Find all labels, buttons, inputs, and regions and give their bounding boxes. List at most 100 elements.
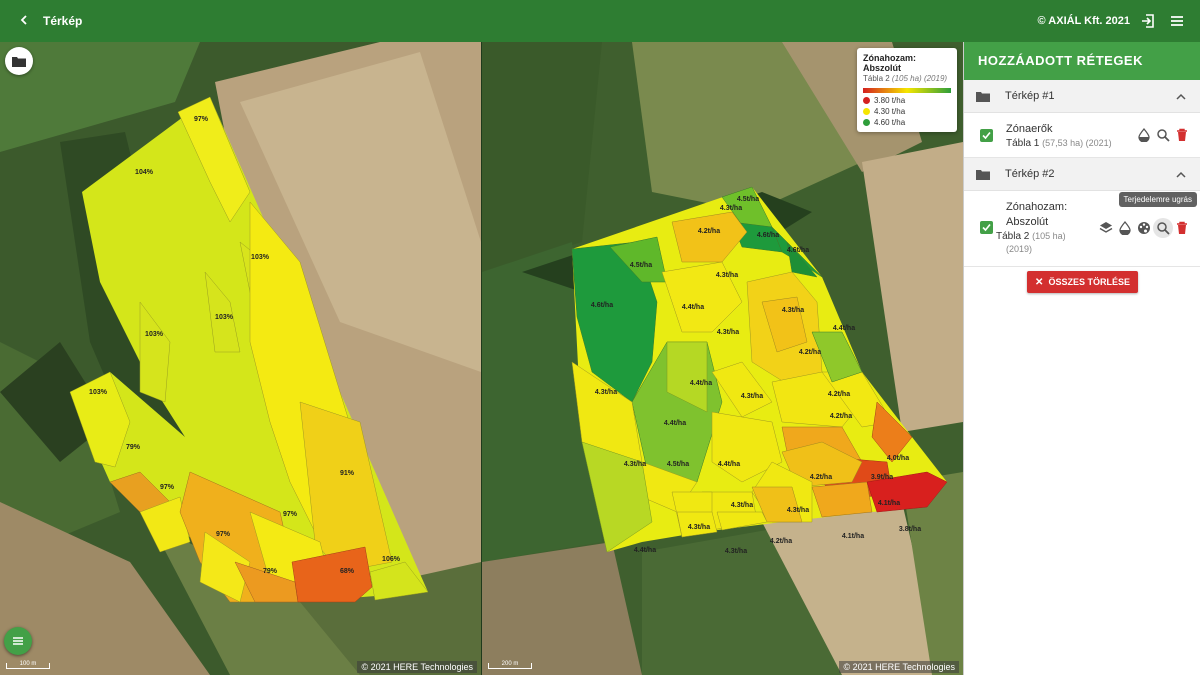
- layer-meta: (57,53 ha) (2021): [1042, 138, 1112, 148]
- arrow-back-icon[interactable]: [18, 13, 38, 30]
- layer-visibility-checkbox[interactable]: [980, 221, 993, 234]
- zone-label: 4.3t/ha: [595, 389, 617, 396]
- legend-field: Tábla 2: [863, 74, 890, 83]
- zone-label: 4.2t/ha: [770, 538, 792, 545]
- zone-label: 104%: [135, 169, 154, 176]
- layer-name: Zónaerők: [1006, 123, 1053, 135]
- palette-icon[interactable]: [1137, 221, 1151, 235]
- map-scale-bar: 100 m: [6, 661, 50, 669]
- layer-meta-year-text: (2019): [1006, 244, 1033, 254]
- zone-label: 79%: [126, 444, 141, 451]
- zoom-to-extent-icon[interactable]: [1156, 221, 1170, 235]
- layers-icon[interactable]: [1099, 221, 1113, 235]
- delete-icon[interactable]: [1175, 128, 1189, 142]
- zone-label: 4.6t/ha: [757, 232, 779, 239]
- group-label: Térkép #2: [1005, 168, 1055, 180]
- zone-label: 91%: [340, 470, 355, 477]
- clear-all-label: ÖSSZES TÖRLÉSE: [1048, 277, 1130, 287]
- folder-icon: [976, 169, 990, 180]
- zone-label: 4.2t/ha: [698, 228, 720, 235]
- zone-label: 4.5t/ha: [667, 461, 689, 468]
- zone-label: 4.4t/ha: [690, 380, 712, 387]
- top-app-bar: Térkép © AXIÁL Kft. 2021: [0, 0, 1200, 42]
- zoom-to-extent-icon[interactable]: [1156, 128, 1170, 142]
- zone-label: 4.3t/ha: [731, 502, 753, 509]
- panel-title: HOZZÁADOTT RÉTEGEK: [964, 42, 1200, 80]
- legend-item: 3.80 t/ha: [863, 96, 951, 105]
- zone-label: 4.2t/ha: [830, 413, 852, 420]
- layer-meta-year: (2019): [1006, 244, 1032, 255]
- logout-icon[interactable]: [1140, 13, 1156, 29]
- zone-label: 103%: [251, 254, 270, 261]
- zone-label: 4.4t/ha: [682, 304, 704, 311]
- map-scale-bar: 200 m: [488, 661, 532, 669]
- zone-label: 4.3t/ha: [716, 272, 738, 279]
- zone-label: 68%: [340, 568, 355, 575]
- zone-label: 106%: [382, 556, 401, 563]
- zone-label: 4.3t/ha: [787, 507, 809, 514]
- zone-label: 4.1t/ha: [842, 533, 864, 540]
- chevron-up-icon[interactable]: [1176, 170, 1186, 180]
- map-legend: Zónahozam: Abszolút Tábla 2 (105 ha) (20…: [857, 48, 957, 132]
- zone-label: 4.4t/ha: [718, 461, 740, 468]
- map-attribution: © 2021 HERE Technologies: [839, 661, 959, 673]
- copyright-text: © AXIÁL Kft. 2021: [1037, 15, 1130, 27]
- zone-label: 4.3t/ha: [624, 461, 646, 468]
- check-icon: [982, 131, 991, 140]
- layer-field: Tábla 1: [1006, 138, 1040, 149]
- zone-label: 4.5t/ha: [630, 262, 652, 269]
- zone-label: 4.6t/ha: [591, 302, 613, 309]
- zone-label: 97%: [194, 116, 209, 123]
- layer-item-zonaerok[interactable]: Zónaerők Tábla 1 (57,53 ha) (2021): [964, 113, 1200, 158]
- folder-icon: [976, 91, 990, 102]
- layer-field: Tábla 2: [996, 231, 1030, 242]
- zone-label: 4.5t/ha: [737, 196, 759, 203]
- zoom-tooltip: Terjedelemre ugrás: [1118, 192, 1197, 207]
- group-header-map-2[interactable]: Térkép #2: [964, 158, 1200, 191]
- legend-meta: (105 ha) (2019): [891, 74, 948, 83]
- chevron-up-icon[interactable]: [1176, 92, 1186, 102]
- legend-item: 4.30 t/ha: [863, 107, 951, 116]
- hamburger-menu-icon[interactable]: [1169, 13, 1185, 29]
- layers-menu-fab[interactable]: [4, 627, 32, 655]
- map-view-2[interactable]: 4.5t/ha 4.3t/ha 4.2t/ha 4.6t/ha 4.6t/ha …: [482, 42, 963, 675]
- folder-button[interactable]: [5, 47, 33, 75]
- layer-subtitle: Tábla 2 (105 ha): [996, 231, 1066, 242]
- layer-meta-area: (105 ha): [1032, 231, 1066, 241]
- zone-label: 4.3t/ha: [688, 524, 710, 531]
- zone-label: 4.3t/ha: [741, 393, 763, 400]
- folder-icon: [12, 56, 26, 67]
- opacity-icon[interactable]: [1118, 221, 1132, 235]
- map-attribution: © 2021 HERE Technologies: [357, 661, 477, 673]
- clear-all-button[interactable]: ✕ ÖSSZES TÖRLÉSE: [1027, 271, 1138, 293]
- legend-label: 4.60 t/ha: [874, 118, 906, 127]
- layer-name-line-2: Abszolút: [1006, 216, 1049, 228]
- zone-label: 4.1t/ha: [878, 500, 900, 507]
- opacity-icon[interactable]: [1137, 128, 1151, 142]
- layer-subtitle: Tábla 1 (57,53 ha) (2021): [1006, 138, 1112, 149]
- legend-label: 4.30 t/ha: [874, 107, 906, 116]
- check-icon: [982, 223, 991, 232]
- zone-label: 103%: [215, 314, 234, 321]
- zone-label: 4.4t/ha: [634, 547, 656, 554]
- delete-icon[interactable]: [1175, 221, 1189, 235]
- zone-label: 4.0t/ha: [887, 455, 909, 462]
- legend-subtitle: Tábla 2 (105 ha) (2019): [863, 74, 951, 83]
- zone-label: 4.4t/ha: [664, 420, 686, 427]
- map-view-1[interactable]: 104% 97% 103% 103% 103% 103% 79% 97% 97%…: [0, 42, 481, 675]
- layers-panel: HOZZÁADOTT RÉTEGEK Térkép #1 Zónaerők Tá…: [963, 42, 1200, 675]
- zone-label: 97%: [160, 484, 175, 491]
- legend-label: 3.80 t/ha: [874, 96, 906, 105]
- page-title: Térkép: [43, 14, 83, 28]
- zone-label: 3.9t/ha: [871, 474, 893, 481]
- legend-title: Zónahozam: Abszolút: [863, 53, 916, 73]
- legend-dot: [863, 119, 870, 126]
- satellite-map-1: 104% 97% 103% 103% 103% 103% 79% 97% 97%…: [0, 42, 481, 675]
- list-menu-icon: [13, 637, 23, 645]
- legend-gradient: [863, 88, 951, 93]
- group-label: Térkép #1: [1005, 90, 1055, 102]
- zone-label: 4.6t/ha: [787, 247, 809, 254]
- legend-dot: [863, 97, 870, 104]
- layer-visibility-checkbox[interactable]: [980, 129, 993, 142]
- group-header-map-1[interactable]: Térkép #1: [964, 80, 1200, 113]
